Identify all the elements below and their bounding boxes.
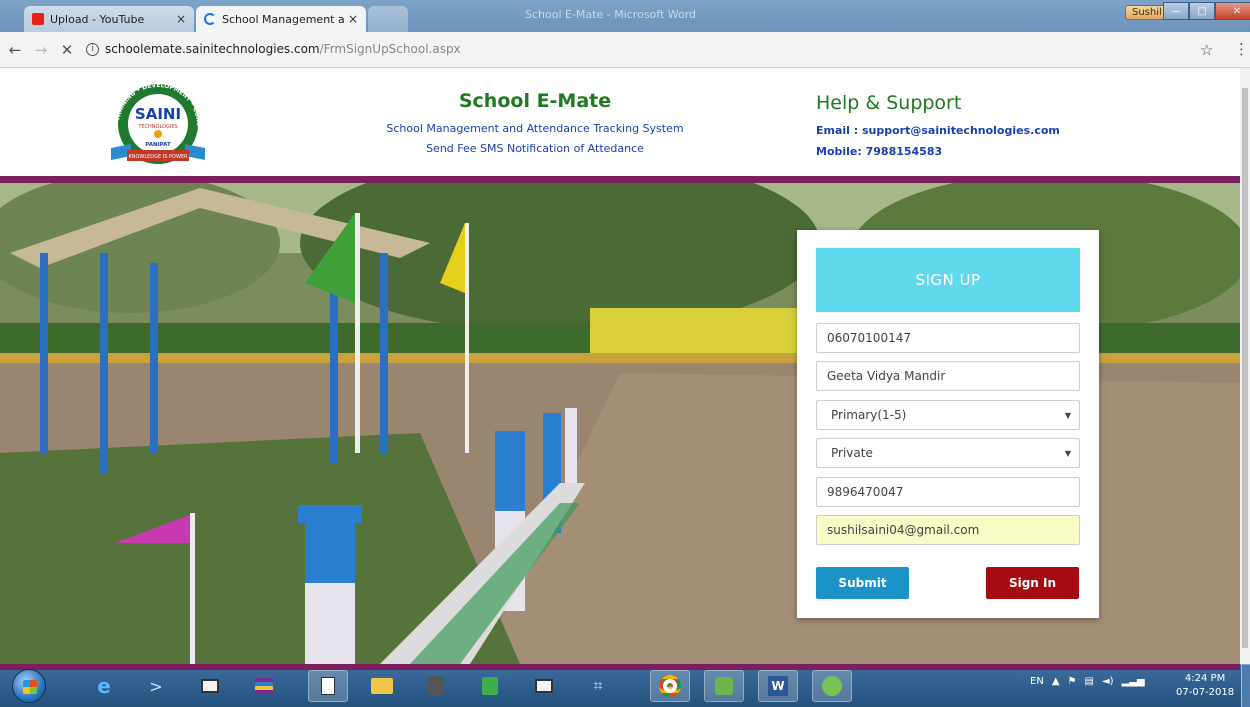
clock-time: 4:24 PM [1184, 673, 1226, 684]
tab-title: School Management and [222, 12, 344, 26]
android-studio-icon[interactable] [812, 670, 852, 702]
web-page: TRAINING • DEVELOPMENT • CONSULTANCY SAI… [0, 68, 1240, 664]
stop-button[interactable]: ✕ [56, 41, 78, 59]
site-subtitle: School Management and Attendance Trackin… [386, 122, 684, 135]
sign-in-button[interactable]: Sign In [986, 567, 1079, 599]
new-tab-button[interactable] [368, 6, 408, 32]
database-icon[interactable] [416, 670, 456, 702]
dropdown-arrow-icon: ▼ [1064, 448, 1071, 458]
email-input[interactable]: sushilsaini04@gmail.com [816, 515, 1080, 545]
tab-title: Upload - YouTube [50, 12, 145, 26]
submit-button[interactable]: Submit [816, 567, 909, 599]
brand-block: School E-Mate School Management and Atte… [360, 90, 710, 155]
school-name-input[interactable]: Geeta Vidya Mandir [816, 361, 1080, 391]
window-controls: — □ ✕ [1163, 2, 1250, 20]
notepad-icon[interactable] [308, 670, 348, 702]
phone-input[interactable]: 9896470047 [816, 477, 1080, 507]
volume-icon[interactable]: ◄) [1102, 676, 1114, 687]
book-icon[interactable] [190, 670, 230, 702]
logo-panipat: PANIPAT [145, 142, 171, 148]
maximize-button[interactable]: □ [1189, 2, 1215, 20]
school-category-select[interactable]: Primary(1-5) ▼ [816, 400, 1080, 430]
internet-explorer-icon[interactable]: e [84, 670, 124, 702]
logo-saini: SAINI [135, 105, 181, 123]
minimize-button[interactable]: — [1163, 2, 1189, 20]
tab-school-management[interactable]: School Management and × [196, 6, 366, 32]
loading-spinner-icon [204, 13, 216, 25]
window-title: School E-Mate - Microsoft Word [525, 8, 697, 21]
close-window-button[interactable]: ✕ [1215, 2, 1250, 20]
word-icon[interactable]: W [758, 670, 798, 702]
browser-titlebar: Upload - YouTube × School Management and… [0, 0, 1250, 32]
scrollbar-thumb[interactable] [1242, 88, 1248, 648]
language-indicator[interactable]: EN [1030, 676, 1044, 687]
tab-youtube[interactable]: Upload - YouTube × [24, 6, 194, 32]
support-email[interactable]: Email : support@sainitechnologies.com [816, 124, 1060, 137]
address-bar[interactable]: i schoolemate.sainitechnologies.com/FrmS… [86, 38, 1194, 60]
screen-capture-icon[interactable]: ⌗ [578, 670, 618, 702]
tab-close-icon[interactable]: × [348, 12, 358, 26]
browser-toolbar: ← → ✕ i schoolemate.sainitechnologies.co… [0, 32, 1250, 68]
page-scrollbar[interactable] [1240, 68, 1250, 664]
winrar-icon[interactable] [244, 670, 284, 702]
site-title: School E-Mate [458, 90, 612, 112]
show-desktop-button[interactable] [1241, 665, 1250, 707]
media-icon[interactable] [470, 670, 510, 702]
browser-menu-icon[interactable]: ⋮ [1234, 40, 1249, 58]
school-code-input[interactable]: 06070100147 [816, 323, 1080, 353]
tab-close-icon[interactable]: × [176, 12, 186, 26]
school-type-value: Private [831, 446, 873, 460]
action-center-flag-icon[interactable]: ⚑ [1068, 676, 1077, 687]
logo-technologies: TECHNOLOGIES [137, 124, 177, 130]
forward-button[interactable]: → [30, 41, 52, 59]
school-category-value: Primary(1-5) [831, 408, 907, 422]
clock-date: 07-07-2018 [1176, 687, 1235, 698]
windows-logo-icon [23, 680, 37, 694]
system-tray: EN ▲ ⚑ ▤ ◄) ▂▃▅ [1030, 676, 1145, 687]
file-explorer-icon[interactable] [362, 670, 402, 702]
taskbar-clock[interactable]: 4:24 PM 07-07-2018 [1176, 672, 1234, 700]
bookmark-star-icon[interactable]: ☆ [1200, 41, 1213, 59]
signal-icon[interactable]: ▂▃▅ [1122, 676, 1145, 687]
help-title: Help & Support [816, 92, 962, 114]
site-info-icon[interactable]: i [86, 42, 99, 56]
signup-card: SIGN UP 06070100147 Geeta Vidya Mandir P… [797, 230, 1099, 618]
reader-icon[interactable] [524, 670, 564, 702]
network-icon[interactable]: ▤ [1084, 676, 1093, 687]
footer-band [0, 664, 1240, 670]
support-mobile: Mobile: 7988154583 [816, 145, 943, 158]
signup-heading: SIGN UP [816, 248, 1080, 312]
chrome-icon[interactable] [650, 670, 690, 702]
youtube-icon [32, 13, 44, 25]
site-subtitle-2: Send Fee SMS Notification of Attedance [426, 142, 644, 155]
dropdown-arrow-icon: ▼ [1064, 410, 1071, 420]
tray-expand-icon[interactable]: ▲ [1052, 676, 1060, 687]
start-button[interactable] [12, 669, 46, 703]
logo-motto: KNOWLEDGE IS POWER [128, 154, 188, 160]
back-button[interactable]: ← [4, 41, 26, 59]
help-support-block: Help & Support Email : support@sainitech… [816, 92, 1060, 158]
tool-icon[interactable] [704, 670, 744, 702]
header-divider [0, 176, 1240, 183]
url-host: schoolemate.sainitechnologies.com [105, 42, 320, 56]
powershell-icon[interactable]: > [136, 670, 176, 702]
url-path: /FrmSignUpSchool.aspx [319, 42, 461, 56]
school-type-select[interactable]: Private ▼ [816, 438, 1080, 468]
saini-technologies-logo: TRAINING • DEVELOPMENT • CONSULTANCY SAI… [105, 76, 205, 164]
